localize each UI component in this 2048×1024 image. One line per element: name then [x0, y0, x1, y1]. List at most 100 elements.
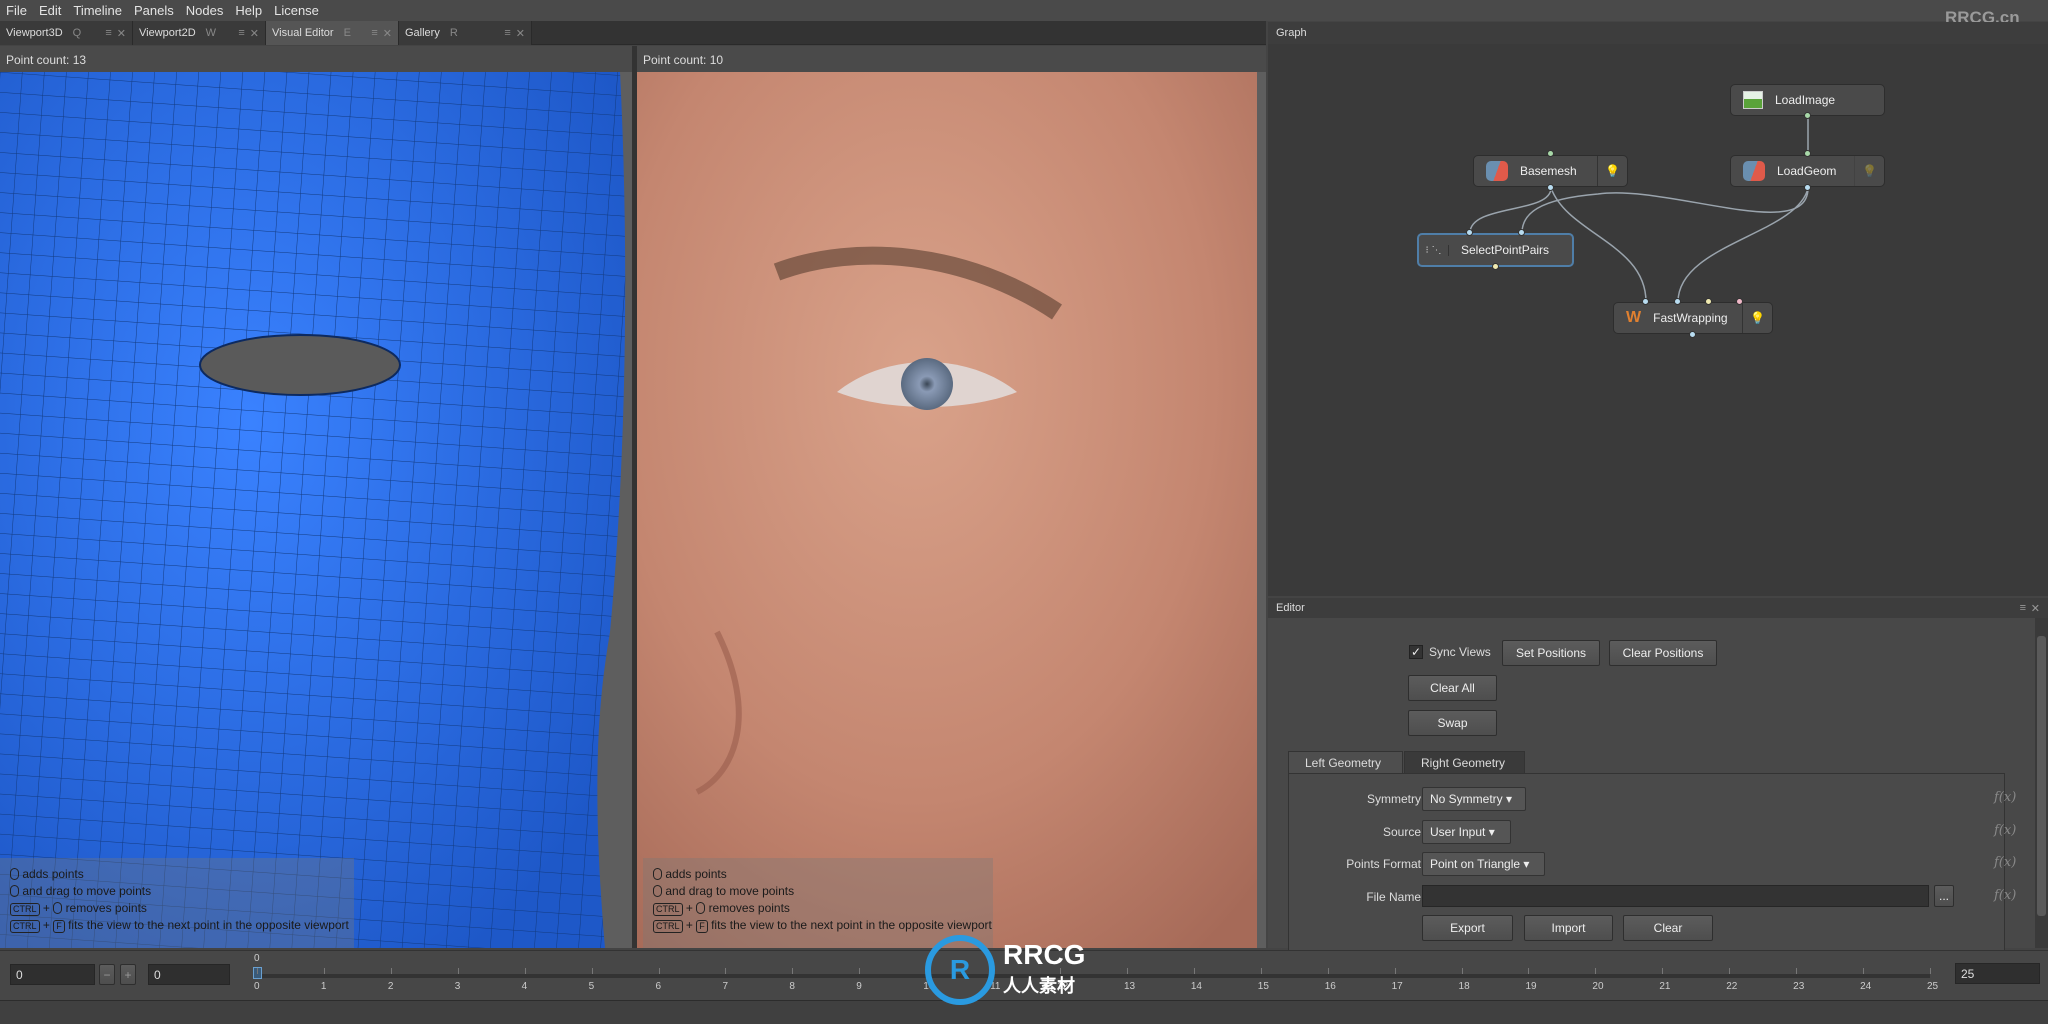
decrement-button[interactable]: − — [99, 964, 115, 985]
sync-views-checkbox[interactable]: ✓ Sync Views — [1409, 645, 1491, 659]
source-dropdown[interactable]: User Input ▾ — [1422, 820, 1511, 844]
tab-gallery[interactable]: Gallery R ≡ ✕ — [399, 21, 532, 45]
swap-button[interactable]: Swap — [1408, 710, 1497, 736]
node-port[interactable] — [1466, 229, 1473, 236]
points-format-fx-button[interactable]: f(x) — [1994, 855, 2016, 870]
frame-tick-mark — [1394, 968, 1396, 974]
end-frame-input[interactable]: 25 — [1955, 963, 2040, 984]
tab-close-icon[interactable]: ✕ — [516, 27, 525, 40]
face-photo — [637, 72, 1266, 948]
tab-label: Gallery — [405, 27, 440, 39]
start-frame-input[interactable]: 0 — [10, 964, 95, 985]
panel-menu-icon[interactable]: ≡ — [2020, 602, 2026, 614]
frame-tick-mark — [323, 968, 325, 974]
frame-tick-label: 6 — [655, 981, 662, 992]
visibility-bulb-off-icon[interactable]: 💡 — [1854, 156, 1884, 186]
hint-text: fits the view to the next point in the o… — [711, 918, 992, 932]
source-fx-button[interactable]: f(x) — [1994, 823, 2016, 838]
menu-panels[interactable]: Panels — [134, 3, 174, 18]
node-port[interactable] — [1736, 298, 1743, 305]
clear-positions-button[interactable]: Clear Positions — [1609, 640, 1717, 666]
node-port[interactable] — [1804, 184, 1811, 191]
frame-tick-label: 21 — [1659, 981, 1671, 992]
node-fastwrapping[interactable]: W FastWrapping 💡 — [1613, 302, 1773, 334]
menu-help[interactable]: Help — [235, 3, 262, 18]
node-port[interactable] — [1689, 331, 1696, 338]
file-name-input[interactable] — [1422, 885, 1929, 907]
panel-tabs: Viewport3D Q ≡ ✕ Viewport2D W ≡ ✕ Visual Editor E… — [0, 21, 1266, 45]
tab-close-icon[interactable]: ✕ — [383, 27, 392, 40]
geometry-icon — [1486, 161, 1508, 181]
node-port[interactable] — [1518, 229, 1525, 236]
menu-nodes[interactable]: Nodes — [186, 3, 224, 18]
tab-close-icon[interactable]: ✕ — [117, 27, 126, 40]
node-port[interactable] — [1492, 263, 1499, 270]
tab-menu-icon[interactable]: ≡ — [238, 27, 244, 39]
hint-text: and drag to move points — [665, 884, 795, 898]
node-loadgeom[interactable]: LoadGeom 💡 — [1730, 155, 1885, 187]
frame-tick-mark — [524, 968, 526, 974]
scrollbar-thumb[interactable] — [2037, 636, 2046, 916]
symmetry-fx-button[interactable]: f(x) — [1994, 790, 2016, 805]
tab-shortcut: Q — [72, 27, 82, 39]
node-port[interactable] — [1642, 298, 1649, 305]
clear-button[interactable]: Clear — [1623, 915, 1713, 941]
symmetry-dropdown[interactable]: No Symmetry ▾ — [1422, 787, 1526, 811]
node-port[interactable] — [1547, 184, 1554, 191]
hint-drag: and drag to move points — [10, 883, 344, 900]
frame-tick-mark — [1126, 968, 1128, 974]
node-graph[interactable]: LoadImage Basemesh 💡 LoadGeom 💡 ⁝ ⋱ Sele… — [1268, 44, 2048, 596]
menu-file[interactable]: File — [6, 3, 27, 18]
clear-all-button[interactable]: Clear All — [1408, 675, 1497, 701]
browse-button[interactable]: ... — [1934, 885, 1954, 907]
tab-menu-icon[interactable]: ≡ — [105, 27, 111, 39]
menu-license[interactable]: License — [274, 3, 319, 18]
current-frame-input[interactable]: 0 — [148, 964, 230, 985]
frame-tick-label: 16 — [1324, 981, 1336, 992]
import-button[interactable]: Import — [1524, 915, 1613, 941]
timeline-track[interactable] — [257, 974, 1930, 978]
set-positions-button[interactable]: Set Positions — [1502, 640, 1600, 666]
frame-tick-mark — [1461, 968, 1463, 974]
tab-visual-editor[interactable]: Visual Editor E ≡ ✕ — [266, 21, 399, 45]
tab-close-icon[interactable]: ✕ — [250, 27, 259, 40]
close-icon[interactable]: ✕ — [2031, 602, 2040, 615]
frame-tick-mark — [1260, 968, 1262, 974]
frame-tick-label: 4 — [521, 981, 528, 992]
hint-text: fits the view to the next point in the o… — [68, 918, 349, 932]
blue-mesh-head — [0, 72, 626, 948]
file-name-fx-button[interactable]: f(x) — [1994, 888, 2016, 903]
tab-menu-icon[interactable]: ≡ — [504, 27, 510, 39]
editor-scrollbar[interactable] — [2035, 618, 2048, 948]
node-port[interactable] — [1705, 298, 1712, 305]
tab-menu-icon[interactable]: ≡ — [371, 27, 377, 39]
tab-viewport2d[interactable]: Viewport2D W ≡ ✕ — [133, 21, 266, 45]
tab-left-geometry[interactable]: Left Geometry — [1288, 751, 1403, 774]
node-port[interactable] — [1804, 112, 1811, 119]
geometry-icon — [1743, 161, 1765, 181]
menu-edit[interactable]: Edit — [39, 3, 61, 18]
hint-remove: CTRL + removes points — [10, 900, 344, 917]
points-format-dropdown[interactable]: Point on Triangle ▾ — [1422, 852, 1545, 876]
left-viewport-3d[interactable]: adds points and drag to move points CTRL… — [0, 72, 632, 948]
node-label: SelectPointPairs — [1461, 243, 1550, 257]
node-port[interactable] — [1547, 150, 1554, 157]
plus: + — [42, 901, 50, 915]
node-basemesh[interactable]: Basemesh 💡 — [1473, 155, 1628, 187]
frame-tick-label: 15 — [1257, 981, 1269, 992]
hint-drag: and drag to move points — [653, 883, 983, 900]
node-port[interactable] — [1804, 150, 1811, 157]
visibility-bulb-icon[interactable]: 💡 — [1742, 303, 1772, 333]
menu-timeline[interactable]: Timeline — [73, 3, 122, 18]
right-viewport-2d[interactable]: adds points and drag to move points CTRL… — [637, 72, 1266, 948]
export-button[interactable]: Export — [1422, 915, 1513, 941]
tab-viewport3d[interactable]: Viewport3D Q ≡ ✕ — [0, 21, 133, 45]
visibility-bulb-icon[interactable]: 💡 — [1597, 156, 1627, 186]
sync-views-label: Sync Views — [1429, 645, 1491, 659]
node-selectpointpairs[interactable]: ⁝ ⋱ SelectPointPairs — [1417, 233, 1574, 267]
node-port[interactable] — [1674, 298, 1681, 305]
symmetry-label: Symmetry — [1367, 792, 1421, 806]
increment-button[interactable]: + — [120, 964, 136, 985]
frame-tick-label: 3 — [454, 981, 461, 992]
tab-right-geometry[interactable]: Right Geometry — [1404, 751, 1525, 774]
